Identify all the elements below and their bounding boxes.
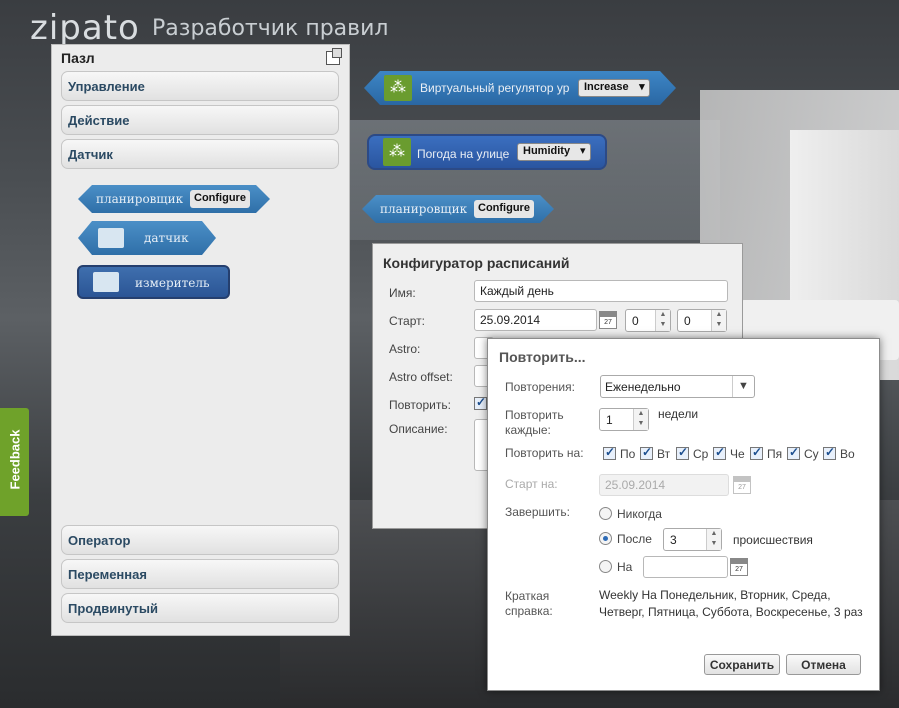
- start-on-label: Старт на:: [505, 477, 558, 491]
- summary-text: Weekly На Понедельник, Вторник, Среда, Ч…: [599, 588, 863, 619]
- day-label-tue: Вт: [657, 447, 671, 461]
- day-checkbox-wed[interactable]: [676, 445, 689, 460]
- calendar-icon[interactable]: 27: [730, 558, 748, 576]
- repeat-dialog: Повторить... Повторения: Еженедельно ▼ П…: [487, 338, 880, 691]
- astro-offset-label: Astro offset:: [389, 370, 453, 384]
- repeat-label: Повторить:: [389, 398, 451, 412]
- day-label-mon: По: [620, 447, 636, 461]
- save-button[interactable]: Сохранить: [704, 654, 780, 675]
- start-label: Старт:: [389, 314, 425, 328]
- panel-title: Пазл: [61, 50, 95, 66]
- name-label: Имя:: [389, 286, 416, 300]
- day-checkbox-sat[interactable]: [787, 445, 800, 460]
- spinner-arrows[interactable]: ▲ ▼: [655, 310, 670, 331]
- repeat-every-unit: недели: [658, 407, 699, 421]
- day-label-wed: Ср: [693, 447, 709, 461]
- repeat-checkbox[interactable]: [474, 395, 487, 410]
- day-checkbox-tue[interactable]: [640, 445, 653, 460]
- repeat-on-label: Повторить на:: [505, 446, 584, 460]
- scheduler-block[interactable]: планировщик Configure: [78, 185, 270, 213]
- repeats-select[interactable]: Еженедельно ▼: [600, 375, 755, 398]
- weather-block-label: Погода на улице: [417, 147, 510, 161]
- block-socket: [93, 272, 119, 292]
- puzzle-panel: Пазл Управление Действие Датчик планиров…: [51, 44, 350, 636]
- category-advanced[interactable]: Продвинутый: [61, 593, 339, 623]
- feedback-label: Feedback: [7, 429, 23, 490]
- end-on-label: На: [617, 560, 633, 574]
- weather-block[interactable]: ⁂ Погода на улице Humidity ▾: [367, 134, 607, 170]
- chevron-down-icon: ▾: [580, 145, 586, 157]
- start-hour-value: 0: [632, 314, 639, 328]
- calendar-icon: 27: [733, 476, 751, 494]
- start-minute-spinner[interactable]: 0 ▲ ▼: [677, 309, 727, 332]
- panel-undock-icon[interactable]: [326, 48, 342, 65]
- category-operator[interactable]: Оператор: [61, 525, 339, 555]
- repeats-label: Повторения:: [505, 380, 575, 394]
- meter-block[interactable]: измеритель: [77, 265, 230, 299]
- end-after-value: 3: [670, 533, 677, 547]
- zipato-logo: zipato: [30, 8, 140, 48]
- repeat-dialog-title: Повторить...: [499, 349, 586, 365]
- canvas-scheduler-block[interactable]: планировщик Configure: [362, 195, 554, 223]
- description-label: Описание:: [389, 422, 448, 436]
- summary-label: Краткая справка:: [505, 589, 553, 618]
- spinner-arrows[interactable]: ▲ ▼: [706, 529, 721, 550]
- repeat-every-spinner[interactable]: 1 ▲ ▼: [599, 408, 649, 431]
- scheduler-block-label: планировщик: [96, 192, 184, 206]
- day-label-sun: Во: [840, 447, 855, 461]
- day-checkbox-thu[interactable]: [713, 445, 726, 460]
- feedback-tab[interactable]: Feedback: [0, 408, 29, 516]
- end-label: Завершить:: [505, 505, 570, 519]
- end-after-label: После: [617, 532, 652, 546]
- end-never-radio[interactable]: [599, 507, 612, 520]
- repeats-value: Еженедельно: [605, 380, 681, 394]
- name-input[interactable]: Каждый день: [474, 280, 728, 302]
- repeat-every-label: Повторить каждые:: [505, 408, 564, 437]
- start-date-input[interactable]: 25.09.2014: [474, 309, 597, 331]
- day-checkbox-mon[interactable]: [603, 445, 616, 460]
- canvas-scheduler-label: планировщик: [380, 202, 468, 216]
- calendar-icon[interactable]: 27: [599, 311, 617, 329]
- end-after-spinner[interactable]: 3 ▲ ▼: [663, 528, 722, 551]
- meter-block-label: измеритель: [135, 276, 210, 290]
- day-checkbox-sun[interactable]: [823, 445, 836, 460]
- virtual-regulator-label: Виртуальный регулятор ур: [420, 81, 570, 95]
- day-label-sat: Су: [804, 447, 819, 461]
- end-after-radio[interactable]: [599, 532, 612, 545]
- start-minute-value: 0: [684, 314, 691, 328]
- canvas-configure-button[interactable]: Configure: [474, 200, 534, 218]
- dimmer-icon: ⁂: [384, 75, 412, 101]
- weather-sensor-icon: ⁂: [383, 138, 411, 166]
- end-on-radio[interactable]: [599, 560, 612, 573]
- virtual-regulator-block[interactable]: ⁂ Виртуальный регулятор ур Increase: [364, 71, 676, 105]
- configure-button[interactable]: Configure: [190, 190, 250, 208]
- block-socket: [98, 228, 124, 248]
- astro-label: Astro:: [389, 342, 421, 356]
- spinner-arrows[interactable]: ▲ ▼: [711, 310, 726, 331]
- sensor-block[interactable]: датчик: [78, 221, 216, 255]
- category-control[interactable]: Управление: [61, 71, 339, 101]
- day-checkbox-fri[interactable]: [750, 445, 763, 460]
- page-title: Разработчик правил: [152, 16, 389, 41]
- category-sensor[interactable]: Датчик: [61, 139, 339, 169]
- chevron-down-icon[interactable]: ▼: [732, 376, 754, 397]
- day-label-thu: Че: [730, 447, 745, 461]
- end-never-label: Никогда: [617, 507, 662, 521]
- end-after-unit: происшествия: [733, 533, 813, 547]
- cancel-button[interactable]: Отмена: [786, 654, 861, 675]
- day-label-fri: Пя: [767, 447, 783, 461]
- end-on-date-input[interactable]: [643, 556, 728, 578]
- spinner-arrows[interactable]: ▲ ▼: [633, 409, 648, 430]
- category-action[interactable]: Действие: [61, 105, 339, 135]
- regulator-action-dropdown[interactable]: Increase: [578, 79, 650, 97]
- schedule-title: Конфигуратор расписаний: [383, 255, 570, 271]
- sensor-block-label: датчик: [144, 231, 189, 245]
- start-on-input: 25.09.2014: [599, 474, 729, 496]
- start-hour-spinner[interactable]: 0 ▲ ▼: [625, 309, 671, 332]
- category-variable[interactable]: Переменная: [61, 559, 339, 589]
- repeat-every-value: 1: [606, 413, 613, 427]
